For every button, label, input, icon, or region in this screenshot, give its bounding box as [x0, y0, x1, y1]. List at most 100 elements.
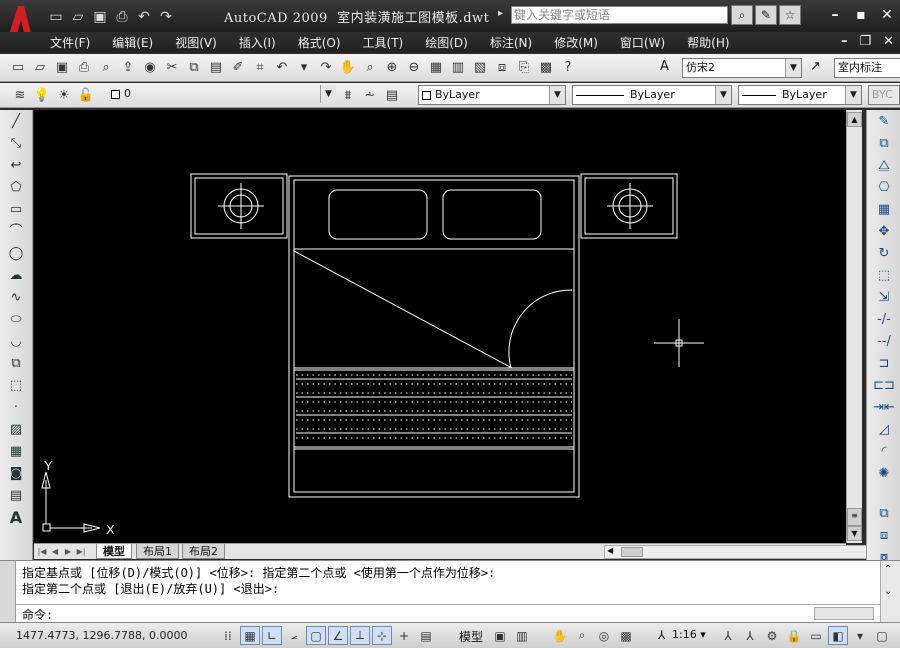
markup-icon[interactable]: ⎘: [514, 57, 534, 77]
layer-states-icon[interactable]: ▤: [382, 85, 402, 105]
construction-line-icon[interactable]: ⤡: [5, 134, 27, 154]
tab-layout1[interactable]: 布局1: [136, 544, 179, 559]
menu-format[interactable]: 格式(O): [298, 34, 341, 51]
isolate-objects-icon[interactable]: ◧: [828, 626, 848, 645]
gradient-icon[interactable]: ▦: [5, 442, 27, 462]
workspace-switching-icon[interactable]: ⚙: [762, 626, 782, 645]
showmotion-icon[interactable]: ▩: [616, 626, 636, 645]
pan-icon[interactable]: ✋: [338, 57, 358, 77]
help-icon[interactable]: ?: [558, 57, 578, 77]
chevron-down-icon[interactable]: ▼: [320, 85, 336, 103]
move-icon[interactable]: ✥: [873, 222, 895, 242]
first-tab-icon[interactable]: |◀: [36, 545, 48, 558]
menu-edit[interactable]: 编辑(E): [112, 34, 153, 51]
polar-tracking-icon[interactable]: ⦟: [284, 626, 304, 645]
make-current-layer-icon[interactable]: ⩩: [338, 85, 358, 105]
scroll-thumb-h[interactable]: [621, 547, 643, 557]
calculator-icon[interactable]: ▩: [536, 57, 556, 77]
trim-icon[interactable]: -/-: [873, 310, 895, 330]
menu-draw[interactable]: 绘图(D): [425, 34, 468, 51]
scroll-up-icon[interactable]: ▲: [847, 112, 862, 127]
fillet-icon[interactable]: ◜: [873, 442, 895, 462]
tool-palettes-icon[interactable]: ▧: [470, 57, 490, 77]
rectangle-icon[interactable]: ▭: [5, 200, 27, 220]
polygon-icon[interactable]: ⬠: [5, 178, 27, 198]
annotation-scale[interactable]: 1:16 ▾: [672, 628, 706, 641]
new-icon[interactable]: ▭: [46, 8, 66, 26]
table-icon[interactable]: ▤: [5, 486, 27, 506]
paste-icon[interactable]: ▤: [206, 57, 226, 77]
properties-icon[interactable]: ▦: [426, 57, 446, 77]
revision-cloud-icon[interactable]: ☁: [5, 266, 27, 286]
chevron-down-icon[interactable]: ▼: [785, 59, 801, 77]
chamfer-icon[interactable]: ◿: [873, 420, 895, 440]
scroll-up-icon[interactable]: ⌃: [884, 564, 892, 575]
multiline-text-icon[interactable]: A: [5, 508, 27, 528]
toolbar-lock-icon[interactable]: ▭: [806, 626, 826, 645]
pan-status-icon[interactable]: ✋: [550, 626, 570, 645]
line-icon[interactable]: ╱: [5, 112, 27, 132]
menu-view[interactable]: 视图(V): [175, 34, 217, 51]
zoom-realtime-icon[interactable]: ⌕: [360, 57, 380, 77]
explode-icon[interactable]: ✺: [873, 464, 895, 484]
join-icon[interactable]: ⇥⇤: [873, 398, 895, 418]
scale-icon[interactable]: ⬚: [873, 266, 895, 286]
clean-screen-icon[interactable]: ▢: [872, 626, 892, 645]
zoom-window-icon[interactable]: ⊕: [382, 57, 402, 77]
layer-previous-icon[interactable]: ⩪: [360, 85, 380, 105]
object-snap-tracking-icon[interactable]: ∠: [328, 626, 348, 645]
print-icon[interactable]: ⎙: [112, 8, 132, 26]
right-nightstand[interactable]: [580, 173, 678, 239]
scroll-down-icon[interactable]: ⌄: [884, 586, 892, 597]
doc-minimize-icon[interactable]: –: [841, 34, 848, 49]
lineweight-display-icon[interactable]: +: [394, 626, 414, 645]
chevron-down-icon[interactable]: ▼: [845, 86, 861, 104]
menu-dimension[interactable]: 标注(N): [490, 34, 532, 51]
status-menu-icon[interactable]: ▾: [850, 626, 870, 645]
draw-order-front-icon[interactable]: ⧈: [873, 526, 895, 546]
menu-window[interactable]: 窗口(W): [620, 34, 665, 51]
doc-restore-icon[interactable]: ❐: [859, 34, 871, 49]
zoom-previous-icon[interactable]: ⊖: [404, 57, 424, 77]
plot-preview-icon[interactable]: ⌕: [96, 57, 116, 77]
coordinate-readout[interactable]: 1477.4773, 1296.7788, 0.0000: [16, 629, 187, 642]
text-style-select[interactable]: 仿宋2 ▼: [682, 58, 802, 78]
match-properties-icon[interactable]: ✐: [228, 57, 248, 77]
array-icon[interactable]: ▦: [873, 200, 895, 220]
menu-help[interactable]: 帮助(H): [687, 34, 729, 51]
drawing-area[interactable]: Y X: [34, 110, 846, 543]
erase-icon[interactable]: ✎: [873, 112, 895, 132]
bed[interactable]: [288, 175, 580, 498]
search-icon[interactable]: ⌕: [731, 5, 753, 25]
lineweight-select[interactable]: ByLayer ▼: [738, 85, 862, 105]
annotation-visibility-icon[interactable]: ⅄: [718, 626, 738, 645]
layer-manager-icon[interactable]: ≋: [10, 85, 30, 105]
extend-icon[interactable]: --/: [873, 332, 895, 352]
design-center-icon[interactable]: ▥: [448, 57, 468, 77]
close-icon[interactable]: ✕: [878, 6, 896, 24]
auto-scale-icon[interactable]: ⅄: [740, 626, 760, 645]
chevron-down-icon[interactable]: ▼: [715, 86, 731, 104]
snap-mode-icon[interactable]: ⁞⁞: [218, 626, 238, 645]
vertical-scrollbar[interactable]: ▲ ≡ ▼: [846, 110, 862, 543]
undo-icon[interactable]: ↶: [272, 57, 292, 77]
mirror-icon[interactable]: ⧋: [873, 156, 895, 176]
layout-icon[interactable]: ▣: [490, 626, 510, 645]
title-arrow-icon[interactable]: ▸: [498, 8, 503, 19]
stretch-icon[interactable]: ⇲: [873, 288, 895, 308]
grid-display-icon[interactable]: ▦: [240, 626, 260, 645]
region-icon[interactable]: ◙: [5, 464, 27, 484]
open-icon[interactable]: ▱: [30, 57, 50, 77]
3d-dwf-icon[interactable]: ◉: [140, 57, 160, 77]
tab-layout2[interactable]: 布局2: [182, 544, 225, 559]
scroll-left-icon[interactable]: ◀: [607, 546, 613, 555]
copy-object-icon[interactable]: ⧉: [873, 134, 895, 154]
linetype-select[interactable]: ByLayer ▼: [572, 85, 732, 105]
publish-icon[interactable]: ⇪: [118, 57, 138, 77]
ellipse-icon[interactable]: ⬭: [5, 310, 27, 330]
cmd-hscroll[interactable]: [814, 607, 874, 620]
doc-close-icon[interactable]: ✕: [883, 34, 894, 49]
dynamic-ucs-icon[interactable]: ⟂: [350, 626, 370, 645]
steering-wheel-icon[interactable]: ◎: [594, 626, 614, 645]
chevron-down-icon[interactable]: ▼: [549, 86, 565, 104]
